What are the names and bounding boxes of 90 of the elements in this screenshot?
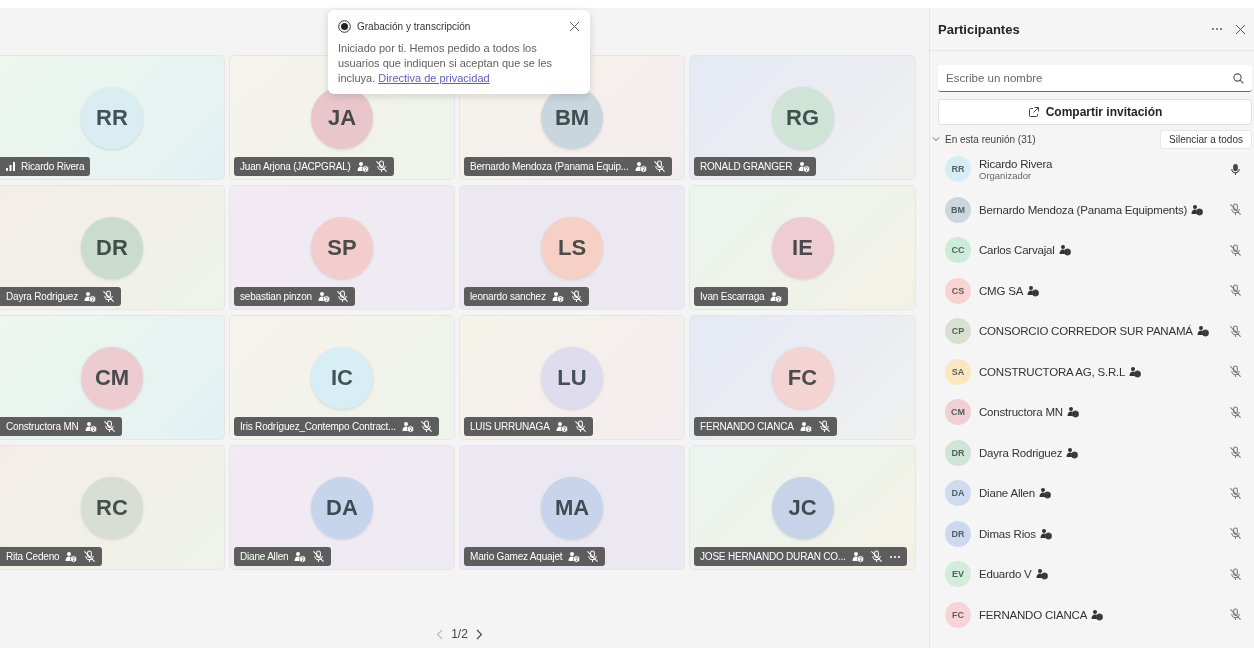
share-invite-button[interactable]: Compartir invitación [938,99,1252,125]
panel-title: Participantes [938,21,1021,37]
close-button[interactable] [569,21,580,32]
avatar: IC [311,347,373,409]
avatar: JC [771,477,834,539]
participant-name: leonardo sanchez [470,291,546,302]
mic-off-icon[interactable] [1229,527,1242,541]
avatar: FC [945,601,971,628]
chevron-down-icon [932,135,940,143]
participant-name: Iris Rodríguez_Contempo Contract... [240,421,396,432]
avatar: CP [945,318,971,345]
avatar: SA [945,358,971,385]
participant-name: Dimas Rios [979,527,1036,540]
avatar: LS [541,217,603,279]
participant-name: Constructora MN [979,406,1063,419]
mic-off-icon[interactable] [1229,243,1242,257]
avatar: CC [945,237,971,264]
participant-name: Carlos Carvajal [979,244,1055,257]
close-icon [569,21,580,32]
participant-name: Dayra Rodriguez [979,446,1063,459]
participant-name: FERNANDO CIANCA [700,421,794,432]
close-button[interactable] [1235,23,1246,35]
more-icon[interactable] [888,554,901,559]
record-icon [338,20,351,33]
participant-name: Dayra Rodriguez [6,291,79,302]
mute-all-button[interactable]: Silenciar a todos [1160,129,1252,149]
participant-name: Bernardo Mendoza (Panama Equipments) [979,203,1188,216]
participant-name: Eduardo V [979,568,1032,581]
avatar: EV [945,561,971,588]
page-indicator: 1/2 [451,627,468,641]
mic-off-icon[interactable] [1229,567,1242,581]
avatar: DR [945,520,971,547]
avatar: DR [945,439,971,466]
participant-name: Juan Arjona (JACPGRAL) [240,161,351,172]
chevron-left-icon [436,628,444,640]
privacy-link[interactable]: Directiva de privacidad [378,72,490,84]
participant-name: Constructora MN [6,421,79,432]
participant-name: CONSTRUCTORA AG, S.R.L [979,365,1126,378]
section-label: En esta reunión (31) [945,133,1037,145]
participant-name: sebastian pinzon [240,291,312,302]
mic-icon[interactable] [1229,162,1242,176]
participant-role: Organizador [979,169,1033,181]
participant-name: Ricardo Rivera [979,157,1053,170]
avatar: DA [311,477,373,539]
participant-name: Diane Allen [979,487,1035,500]
search-field[interactable]: Escribe un nombre [938,65,1252,92]
avatar: CM [945,399,971,426]
mic-off-icon[interactable] [1229,446,1242,460]
avatar: DA [945,480,971,507]
participant-name: Diane Allen [240,551,289,562]
avatar: CS [945,277,971,304]
avatar: RR [81,87,143,149]
avatar: LU [541,347,603,409]
participant-name: RONALD GRANGER [700,161,793,172]
avatar: RR [945,156,971,183]
participant-name: LUIS URRUNAGA [470,421,550,432]
avatar: BM [945,196,971,223]
avatar: SP [311,217,373,279]
avatar: FC [771,347,834,409]
participant-name: CMG SA [979,284,1024,297]
mic-off-icon[interactable] [1229,324,1242,338]
avatar: RC [81,477,143,539]
participant-name: Ricardo Rivera [21,161,85,172]
notice-text: Iniciado por ti. Hemos pedido a todos los usuarios que indiquen si aceptan que se les incluya. Directiva de privacidad [338,41,554,86]
avatar: DR [81,217,143,279]
participant-name: Rita Cedeno [6,551,60,562]
mic-off-icon[interactable] [1229,608,1242,622]
mic-off-icon[interactable] [1229,405,1242,419]
chevron-right-icon [475,628,483,640]
participant-name: Mario Gamez Aquajet [470,551,563,562]
mic-off-icon[interactable] [1229,365,1242,379]
participant-name: CONSORCIO CORREDOR SUR PANAMÁ [979,325,1193,338]
participant-name: FERNANDO CIANCA [979,608,1088,621]
close-icon [1235,23,1246,35]
participant-name: JOSE HERNANDO DURAN CO... [700,551,846,562]
share-icon [1027,106,1040,118]
mic-off-icon[interactable] [1229,203,1242,217]
next-page-button[interactable] [475,628,483,640]
search-icon [1233,73,1244,84]
participant-name: Ivan Escarraga [700,291,765,302]
more-options-button[interactable] [1211,27,1223,31]
avatar: RG [771,87,834,149]
section-toggle[interactable] [932,135,940,143]
avatar: CM [81,347,143,409]
mic-off-icon[interactable] [1229,284,1242,298]
participant-name: Bernardo Mendoza (Panama Equip... [470,161,629,172]
notice-title: Grabación y transcripción [357,21,472,32]
avatar: MA [541,477,603,539]
avatar: IE [771,217,834,279]
mic-off-icon[interactable] [1229,486,1242,500]
